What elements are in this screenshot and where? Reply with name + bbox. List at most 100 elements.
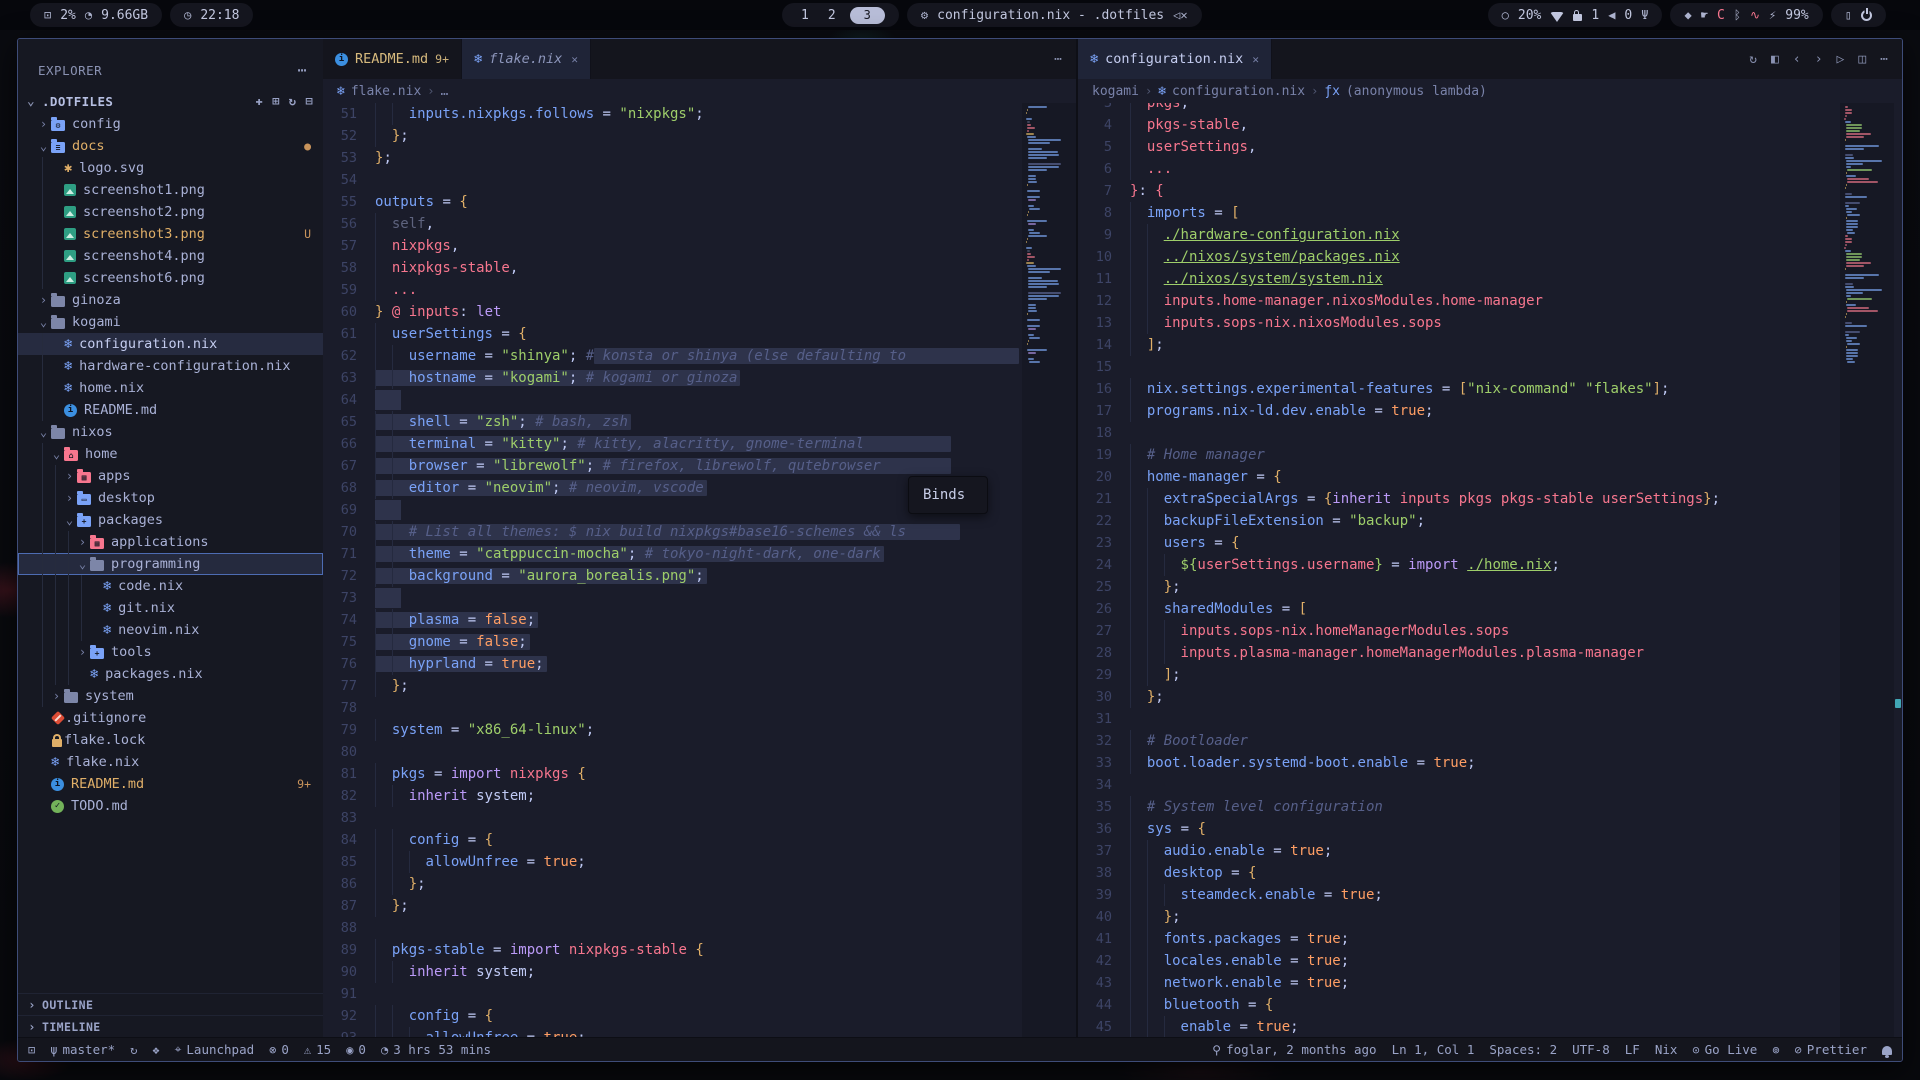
status-errors[interactable]: ⊗0 (269, 1042, 289, 1057)
compare-icon[interactable]: ◧ (1771, 52, 1779, 67)
tab-flake.nix[interactable]: ❄flake.nix✕ (462, 39, 591, 79)
tab-readme.md[interactable]: README.md9+ (323, 39, 462, 79)
status-warnings[interactable]: ⚠15 (304, 1042, 331, 1057)
code-line: 67 browser = "librewolf"; # firefox, lib… (323, 455, 1076, 477)
tree-item-packages.nix[interactable]: ❄packages.nix (18, 663, 323, 685)
tree-item-config[interactable]: ›⚙config (18, 113, 323, 135)
tree-item-git.nix[interactable]: ❄git.nix (18, 597, 323, 619)
status-go-live[interactable]: ⊙Go Live (1692, 1042, 1757, 1057)
tree-item-readme.md[interactable]: README.md9+ (18, 773, 323, 795)
minimap-right[interactable] (1840, 103, 1894, 1037)
breadcrumb-left[interactable]: ❄flake.nix›… (323, 79, 1076, 103)
code-editor-flake-nix[interactable]: 51 inputs.nixpkgs.follows = "nixpkgs";52… (323, 103, 1076, 1037)
tree-item-docs[interactable]: ⌄≡docs● (18, 135, 323, 157)
breadcrumb-item[interactable]: (anonymous lambda) (1346, 84, 1487, 99)
line-number: 92 (323, 1005, 357, 1027)
window-title-module[interactable]: ⚙configuration.nix - .dotfiles◁✕ (907, 3, 1202, 27)
tree-item-screenshot4.png[interactable]: screenshot4.png (18, 245, 323, 267)
tray-module[interactable]: ◆☛Cᛒ∿⚡99% (1670, 3, 1822, 27)
breadcrumb-item[interactable]: flake.nix (351, 84, 421, 99)
outline-section[interactable]: › OUTLINE (18, 993, 323, 1015)
selection-fragment (375, 588, 401, 608)
breadcrumb-item[interactable]: … (441, 84, 449, 99)
power-module[interactable]: ▯ (1831, 3, 1886, 27)
collapse-icon[interactable]: ⊟ (305, 94, 313, 108)
close-icon[interactable]: ✕ (571, 53, 578, 66)
tree-item-screenshot3.png[interactable]: screenshot3.pngU (18, 223, 323, 245)
tree-item-code.nix[interactable]: ❄code.nix (18, 575, 323, 597)
minimap-left[interactable] (1022, 103, 1076, 1037)
close-icon[interactable]: ✕ (1252, 53, 1259, 66)
plain-folder-icon (51, 296, 65, 307)
more-actions-icon[interactable]: ⋯ (297, 61, 307, 79)
system-stats-module[interactable]: ⊡2%◔9.66GB (30, 3, 162, 27)
tree-item-screenshot6.png[interactable]: screenshot6.png (18, 267, 323, 289)
status-extension[interactable]: ❖ (152, 1043, 159, 1057)
tree-item-desktop[interactable]: ›▭desktop (18, 487, 323, 509)
more-icon[interactable]: ⋯ (1054, 52, 1062, 67)
run-icon[interactable]: ▷ (1837, 52, 1845, 67)
tree-item-flake.lock[interactable]: flake.lock (18, 729, 323, 751)
timeline-section[interactable]: › TIMELINE (18, 1015, 323, 1037)
tree-item-neovim.nix[interactable]: ❄neovim.nix (18, 619, 323, 641)
refresh-icon[interactable]: ↻ (289, 94, 297, 108)
tree-item-logo.svg[interactable]: ✱logo.svg (18, 157, 323, 179)
status-notifications[interactable] (1882, 1044, 1892, 1055)
tree-item-programming[interactable]: ⌄programming (18, 553, 323, 575)
tree-item-screenshot1.png[interactable]: screenshot1.png (18, 179, 323, 201)
status-encoding[interactable]: UTF-8 (1572, 1042, 1610, 1057)
status-launchpad[interactable]: ⌖Launchpad (175, 1042, 255, 1057)
nav-forward-icon[interactable]: › (1815, 52, 1823, 67)
tree-item-kogami[interactable]: ⌄kogami (18, 311, 323, 333)
status-time-tracker[interactable]: ◔3 hrs 53 mins (381, 1042, 491, 1057)
tree-item-hardware-configuration.nix[interactable]: ❄hardware-configuration.nix (18, 355, 323, 377)
tree-item-configuration.nix[interactable]: ❄configuration.nix (18, 333, 323, 355)
selection: hyprland = true; (375, 656, 547, 672)
tree-item-applications[interactable]: ›▦applications (18, 531, 323, 553)
tree-item-nixos[interactable]: ⌄nixos (18, 421, 323, 443)
breadcrumb-item[interactable]: kogami (1092, 84, 1139, 99)
status-sync[interactable]: ↻ (130, 1043, 137, 1057)
status-debug[interactable]: ⊚ (1772, 1043, 1779, 1057)
tree-item-.gitignore[interactable]: .gitignore (18, 707, 323, 729)
tree-item-screenshot2.png[interactable]: screenshot2.png (18, 201, 323, 223)
tree-item-home.nix[interactable]: ❄home.nix (18, 377, 323, 399)
dotfiles-section-header[interactable]: ⌄ .DOTFILES ✚⊞↻⊟ (18, 89, 323, 113)
breadcrumb-right[interactable]: kogami›❄configuration.nix›ƒx(anonymous l… (1078, 79, 1902, 103)
status-indentation[interactable]: Spaces: 2 (1489, 1042, 1557, 1057)
clock-module[interactable]: ◷22:18 (170, 3, 253, 27)
tree-item-flake.nix[interactable]: ❄flake.nix (18, 751, 323, 773)
new-folder-icon[interactable]: ⊞ (272, 94, 280, 108)
quick-settings-module[interactable]: ○20%1◀0Ψ (1488, 3, 1663, 27)
status-ports[interactable]: ◉0 (346, 1042, 366, 1057)
status-git-branch[interactable]: ψmaster* (50, 1042, 115, 1057)
more-icon[interactable]: ⋯ (1880, 52, 1888, 67)
status-cursor-position[interactable]: Ln 1, Col 1 (1392, 1042, 1475, 1057)
breadcrumb-item[interactable]: configuration.nix (1172, 84, 1305, 99)
code-editor-configuration-nix[interactable]: 3 pkgs,4 pkgs-stable,5 userSettings,6 ..… (1078, 103, 1902, 1037)
split-editor-icon[interactable]: ◫ (1858, 52, 1866, 67)
tree-item-packages[interactable]: ⌄+packages (18, 509, 323, 531)
tree-item-home[interactable]: ⌄⌂home (18, 443, 323, 465)
status-language-mode[interactable]: Nix (1655, 1042, 1678, 1057)
image-icon (64, 228, 76, 240)
tree-item-todo.md[interactable]: TODO.md (18, 795, 323, 817)
tree-item-ginoza[interactable]: ›ginoza (18, 289, 323, 311)
workspace-3[interactable]: 3 (850, 7, 885, 24)
workspace-1[interactable]: 1 (796, 8, 814, 23)
tree-item-tools[interactable]: ›+tools (18, 641, 323, 663)
tab-configuration.nix[interactable]: ❄configuration.nix✕ (1078, 39, 1272, 79)
tree-item-system[interactable]: ›system (18, 685, 323, 707)
status-git-blame[interactable]: ⚲foglar, 2 months ago (1212, 1042, 1376, 1057)
status-prettier[interactable]: ⊘Prettier (1795, 1042, 1867, 1057)
tree-item-readme.md[interactable]: README.md (18, 399, 323, 421)
nav-back-icon[interactable]: ‹ (1793, 52, 1801, 67)
status-remote[interactable]: ⊡ (28, 1043, 35, 1057)
workspaces-module[interactable]: 123 (782, 3, 899, 27)
status-eol[interactable]: LF (1625, 1042, 1640, 1057)
tree-item-apps[interactable]: ›▦apps (18, 465, 323, 487)
line-number: 21 (1078, 488, 1112, 510)
workspace-2[interactable]: 2 (823, 8, 841, 23)
refresh-icon[interactable]: ↻ (1749, 52, 1757, 67)
new-file-icon[interactable]: ✚ (256, 94, 264, 108)
